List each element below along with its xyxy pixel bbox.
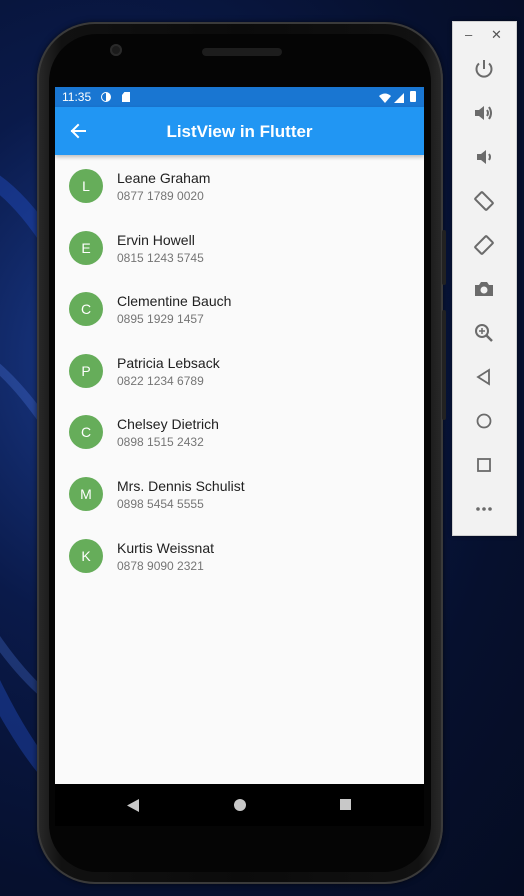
rotate-left-icon[interactable] <box>472 189 496 213</box>
status-bar: 11:35 <box>55 87 424 107</box>
rotate-right-icon[interactable] <box>472 233 496 257</box>
avatar: L <box>69 169 103 203</box>
device-screen: 11:35 ListView in Flutter L Leane Graham 0… <box>55 87 424 784</box>
contact-phone: 0898 1515 2432 <box>117 435 204 450</box>
earpiece-speaker <box>202 48 282 56</box>
contact-phone: 0895 1929 1457 <box>117 312 204 327</box>
back-icon[interactable] <box>472 365 496 389</box>
list-item[interactable]: E Ervin Howell 0815 1243 5745 <box>55 217 424 279</box>
zoom-icon[interactable] <box>472 321 496 345</box>
list-item[interactable]: K Kurtis Weissnat 0878 9090 2321 <box>55 525 424 587</box>
emulator-toolbar: – ✕ <box>452 21 517 536</box>
sd-card-icon <box>122 92 130 102</box>
nav-home-icon[interactable] <box>234 799 246 811</box>
contact-phone: 0877 1789 0020 <box>117 189 204 203</box>
battery-icon <box>410 91 416 102</box>
data-saver-icon <box>101 92 111 102</box>
contact-phone: 0822 1234 6789 <box>117 373 204 388</box>
contact-phone: 0878 9090 2321 <box>117 558 204 573</box>
contact-list: L Leane Graham 0877 1789 0020 E Ervin Howell… <box>55 155 424 586</box>
navigation-bar <box>55 784 424 826</box>
camera-icon[interactable] <box>472 277 496 301</box>
contact-phone: 0815 1243 5745 <box>117 250 204 265</box>
minimize-icon[interactable]: – <box>465 27 472 42</box>
overview-icon[interactable] <box>472 453 496 477</box>
app-bar: ListView in Flutter <box>55 107 424 155</box>
contact-name: Chelsey Dietrich <box>117 416 219 433</box>
list-item[interactable]: M Mrs. Dennis Schulist 0898 5454 5555 <box>55 463 424 525</box>
contact-name: Clementine Bauch <box>117 293 232 310</box>
volume-down-icon[interactable] <box>472 145 496 169</box>
nav-back-icon[interactable] <box>127 799 139 817</box>
contact-name: Ervin Howell <box>117 231 195 248</box>
avatar: C <box>69 415 103 450</box>
phone-volume-button <box>442 310 446 420</box>
list-item[interactable]: C Clementine Bauch 0895 1929 1457 <box>55 278 424 340</box>
avatar: K <box>69 538 103 573</box>
avatar: C <box>69 292 103 327</box>
list-item[interactable]: C Chelsey Dietrich 0898 1515 2432 <box>55 401 424 463</box>
avatar: M <box>69 476 103 511</box>
contact-name: Mrs. Dennis Schulist <box>117 477 245 494</box>
wifi-icon <box>379 92 391 106</box>
contact-name: Patricia Lebsack <box>117 354 220 371</box>
signal-icon <box>394 92 404 106</box>
contact-phone: 0898 5454 5555 <box>117 496 204 511</box>
contact-name: Kurtis Weissnat <box>117 539 214 556</box>
phone-power-button <box>442 230 446 285</box>
page-title: ListView in Flutter <box>166 122 313 141</box>
status-time: 11:35 <box>62 90 92 104</box>
volume-up-icon[interactable] <box>472 101 496 125</box>
avatar: E <box>69 230 103 265</box>
front-camera <box>110 44 122 56</box>
contact-name: Leane Graham <box>117 170 211 186</box>
avatar: P <box>69 353 103 388</box>
power-icon[interactable] <box>472 57 496 81</box>
close-icon[interactable]: ✕ <box>491 27 502 43</box>
nav-recents-icon[interactable] <box>340 799 351 810</box>
more-icon[interactable] <box>472 497 496 521</box>
home-icon[interactable] <box>472 409 496 433</box>
list-item[interactable]: P Patricia Lebsack 0822 1234 6789 <box>55 340 424 402</box>
list-item[interactable]: L Leane Graham 0877 1789 0020 <box>55 155 424 217</box>
